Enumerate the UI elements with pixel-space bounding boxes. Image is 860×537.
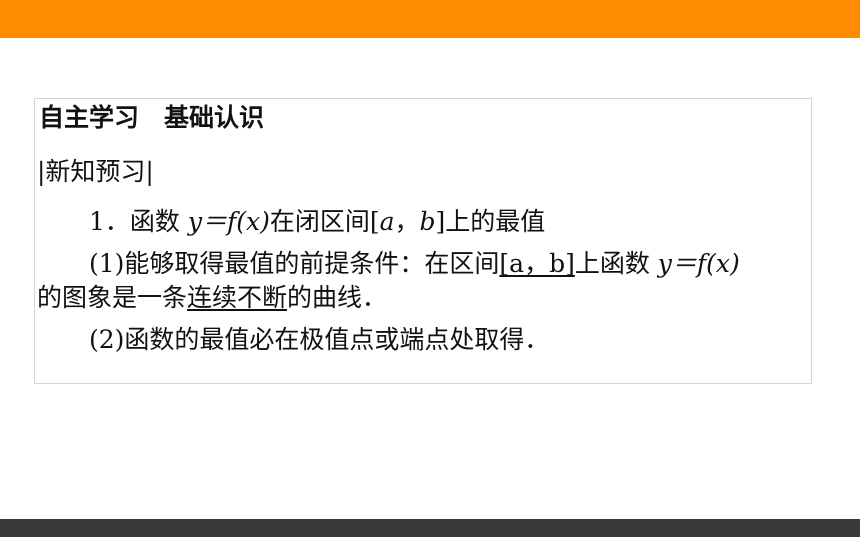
content-box: 自主学习 基础认识 |新知预习| 1．函数 y＝f(x)在闭区间[a，b]上的最… <box>34 98 812 384</box>
para1-line1: (1)能够取得最值的前提条件：在区间[a，b]上函数 y＝f(x) <box>89 249 740 279</box>
para1-line2: 的图象是一条连续不断的曲线． <box>37 283 387 313</box>
para2: (2)函数的最值必在极值点或端点处取得． <box>89 325 550 354</box>
section-title: 自主学习 基础认识 <box>39 103 265 132</box>
item-number: 1． <box>89 207 130 236</box>
bottom-bar <box>0 519 860 537</box>
para1-line2-post: 的曲线． <box>287 283 388 312</box>
para1-math: y＝f(x) <box>657 249 740 278</box>
para1-mid: 上函数 <box>574 249 658 278</box>
item-text-a: 函数 <box>129 207 188 236</box>
item-title: 1．函数 y＝f(x)在闭区间[a，b]上的最值 <box>89 207 545 237</box>
item-text-b: 在闭区间[ <box>269 207 380 236</box>
sub-heading: |新知预习| <box>37 157 154 186</box>
para1-interval: [a，b] <box>499 249 575 278</box>
item-comma: ， <box>394 207 420 236</box>
item-math: y＝f(x) <box>187 207 270 236</box>
top-bar <box>0 0 860 38</box>
item-text-c: ]上的最值 <box>435 207 546 236</box>
item-a: a <box>379 207 395 236</box>
para1-lead: (1)能够取得最值的前提条件：在区间 <box>89 249 500 278</box>
item-b: b <box>419 207 436 236</box>
para1-line2-pre: 的图象是一条 <box>37 283 188 312</box>
para1-underlined: 连续不断 <box>187 283 288 312</box>
